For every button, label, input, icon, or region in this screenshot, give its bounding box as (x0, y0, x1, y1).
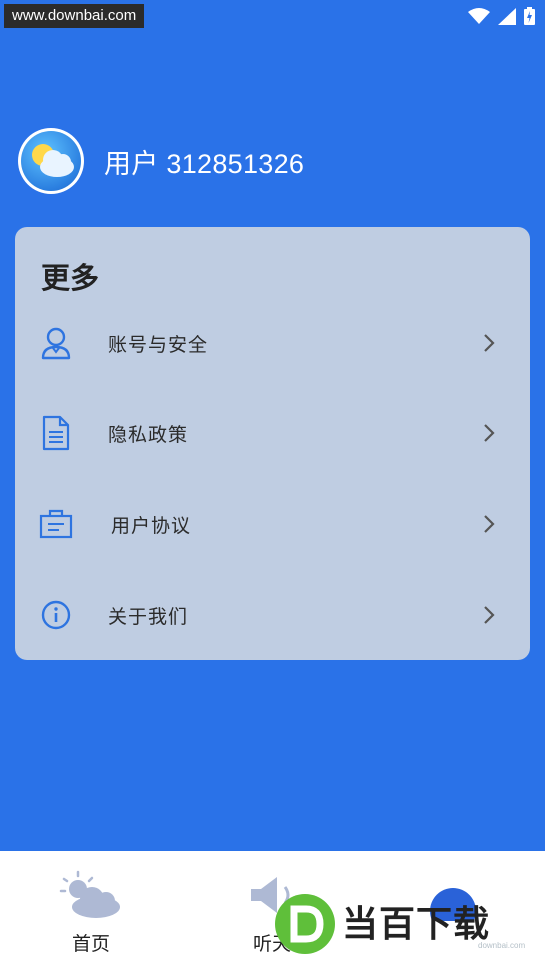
menu-item-user-agreement[interactable]: 用户协议 (15, 479, 530, 569)
menu-item-label: 关于我们 (108, 605, 189, 628)
battery-icon (524, 7, 535, 25)
watermark-url: www.downbai.com (4, 4, 145, 28)
chevron-right-icon (480, 422, 498, 444)
info-icon (39, 598, 73, 632)
profile-header[interactable]: 用户 312851326 (18, 128, 304, 194)
logo-text: 当百下载 (342, 904, 491, 945)
chevron-right-icon (480, 332, 498, 354)
more-card: 更多 账号与安全 隐私政策 用户协议 关于我们 (15, 227, 530, 660)
username: 用户 312851326 (104, 148, 305, 179)
menu-item-account-security[interactable]: 账号与安全 (15, 298, 530, 388)
chevron-right-icon (480, 513, 498, 535)
status-bar: www.downbai.com (0, 0, 545, 30)
chevron-right-icon (480, 604, 498, 626)
menu-item-label: 账号与安全 (108, 333, 209, 356)
menu-item-label: 隐私政策 (108, 423, 189, 446)
agreement-icon (39, 507, 73, 541)
menu-item-label: 用户协议 (111, 514, 192, 537)
avatar[interactable] (18, 128, 84, 194)
card-title: 更多 (41, 261, 100, 295)
watermark-logo: 当百下载 downbai.com (272, 885, 540, 965)
weather-avatar-icon (32, 144, 74, 177)
signal-icon (498, 8, 516, 25)
status-icons (468, 7, 535, 25)
tab-label: 首页 (71, 933, 110, 955)
document-icon (39, 415, 73, 451)
logo-sub: downbai.com (478, 941, 526, 950)
tab-home[interactable]: 首页 (26, 851, 156, 970)
menu-item-privacy-policy[interactable]: 隐私政策 (15, 388, 530, 478)
user-icon (39, 326, 73, 360)
wifi-icon (468, 8, 490, 24)
weather-cloud-icon (56, 869, 126, 921)
logo-d-icon (275, 894, 335, 954)
menu-item-about-us[interactable]: 关于我们 (15, 570, 530, 660)
